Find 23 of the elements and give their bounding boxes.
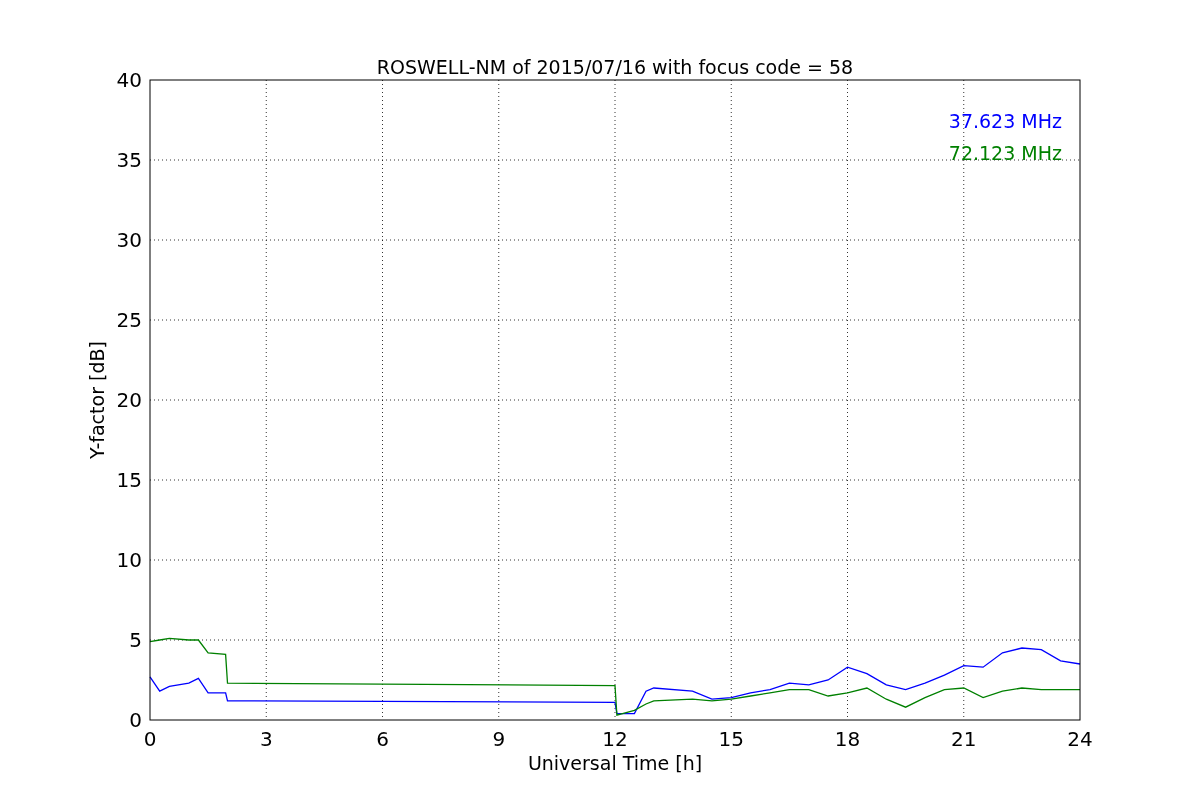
x-axis-label: Universal Time [h] [527,752,703,774]
y-tick-label: 10 [116,548,142,572]
chart-title: ROSWELL-NM of 2015/07/16 with focus code = 58 [376,56,854,78]
x-tick-label: 21 [951,727,977,751]
y-tick-label: 35 [116,148,142,172]
x-tick-label: 9 [492,727,506,751]
y-tick-label: 40 [116,68,142,92]
x-tick-label: 0 [143,727,157,751]
x-tick-label: 18 [834,727,861,751]
x-tick-label: 24 [1067,727,1093,751]
y-tick-label: 0 [129,708,142,732]
y-tick-label: 5 [129,628,142,652]
x-tick-label: 15 [718,727,744,751]
x-tick-label: 12 [602,727,628,751]
x-tick-label: 3 [259,727,273,751]
x-tick-label: 6 [376,727,389,751]
y-tick-label: 15 [116,468,142,492]
y-tick-label: 25 [116,308,142,332]
legend-label: 72.123 MHz [948,142,1062,164]
y-axis-label: Y-factor [dB] [86,341,108,459]
y-tick-label: 20 [116,388,142,412]
legend-label: 37.623 MHz [948,110,1062,132]
y-tick-label: 30 [116,228,142,252]
